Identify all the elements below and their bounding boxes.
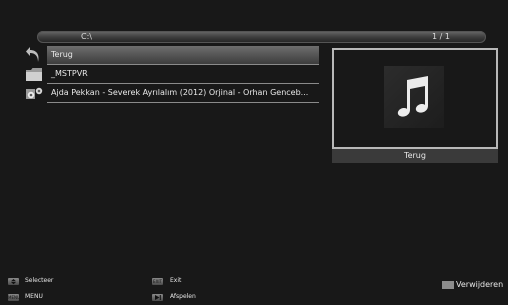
select-hint: Selecteer [25,277,54,284]
music-note-icon [384,66,444,128]
preview-panel [332,48,498,149]
menu-key[interactable]: MENU [8,294,19,301]
preview-caption: Terug [332,149,498,163]
list-divider [47,102,319,103]
exit-hint: Exit [170,277,182,284]
back-arrow-icon [25,47,43,64]
path-bar: C:\ 1 / 1 [37,31,486,43]
folder-icon [25,66,43,83]
file-list: Terug _MSTPVR Ajda Pekkan - Severek Ayrı… [22,46,322,103]
exit-key[interactable]: EXIT [152,278,163,285]
footer-bar: Selecteer MENU MENU EXIT Exit Afspelen V… [0,273,508,305]
speaker-icon [25,85,43,102]
play-hint: Afspelen [170,293,196,300]
file-list-item-audio[interactable]: Ajda Pekkan - Severek Ayrılalım (2012) O… [22,84,322,103]
grey-key-icon[interactable] [442,281,454,289]
file-list-item-label: Ajda Pekkan - Severek Ayrılalım (2012) O… [51,88,309,97]
file-list-item-folder[interactable]: _MSTPVR [22,65,322,84]
play-key-icon[interactable] [152,294,163,301]
file-list-item-label: Terug [47,46,319,64]
current-path: C:\ [81,32,92,41]
file-list-item-label: _MSTPVR [51,69,88,78]
menu-hint: MENU [25,293,43,300]
delete-hint: Verwijderen [456,280,504,289]
file-list-item-back[interactable]: Terug [22,46,322,65]
page-indicator: 1 / 1 [432,32,450,41]
select-key-icon[interactable] [8,278,19,285]
